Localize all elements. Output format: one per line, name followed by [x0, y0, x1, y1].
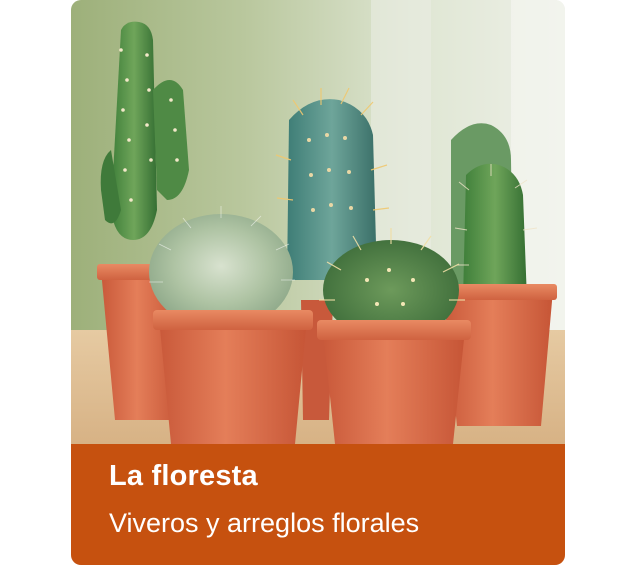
- card-banner: La floresta Viveros y arreglos florales: [71, 444, 565, 565]
- business-card[interactable]: La floresta Viveros y arreglos florales: [71, 0, 565, 565]
- card-title: La floresta: [109, 460, 258, 492]
- card-subtitle: Viveros y arreglos florales: [109, 508, 420, 538]
- cactus-photo: [71, 0, 565, 444]
